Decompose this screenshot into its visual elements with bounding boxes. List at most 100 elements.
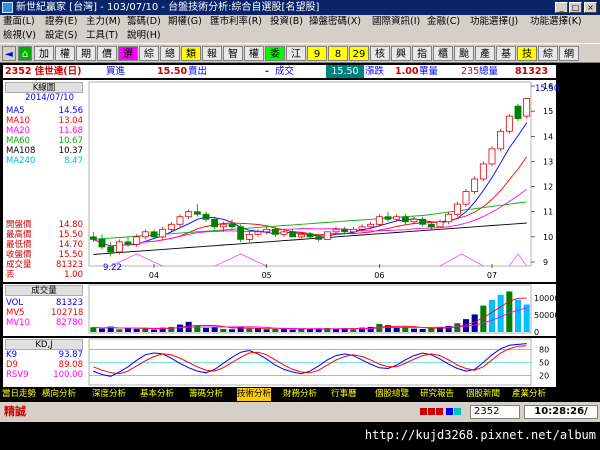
y-tick-label: 80 [539,346,549,355]
volume-bar [272,328,279,332]
tab-10[interactable]: 個股新聞 [466,388,501,401]
kdj-chart: 80 50 20 [88,338,549,386]
toolbar-button[interactable]: 智 [223,46,243,61]
toolbar-button[interactable]: 類 [181,46,201,61]
tab-4[interactable]: 籌碼分析 [189,388,224,401]
menu-item-forex[interactable]: 匯市利率(R) [210,15,262,29]
candle-body [419,218,427,225]
deal-label: 成交 [275,66,295,77]
tab-0[interactable]: 當日走勢 [2,388,37,401]
menu-item-futures[interactable]: 期權(G) [168,15,202,29]
price-min-label: 9.22 [103,263,122,273]
menu-item-func-j[interactable]: 功能選擇(J) [470,15,518,29]
legend-label: D9 [6,360,18,370]
menu-item-main[interactable]: 主力(M) [86,15,121,29]
toolbar-button[interactable]: 價 [97,46,117,61]
candle-body [211,218,219,228]
menu-item-invest[interactable]: 投資(B) [270,15,303,29]
volume-chart-panel[interactable]: 100000 50000 0 成交量 VOL 81323 MV5 102718 MV10 82… [3,284,556,336]
toolbar-button[interactable]: 委 [265,46,285,61]
legend-value: 10.67 [58,136,83,146]
bid-price: 15.50 [157,66,188,77]
menu-item-settings[interactable]: 設定(S) [45,29,77,43]
menu-item-view[interactable]: 檢視(V) [3,29,36,43]
toolbar-button[interactable]: 加 [34,46,54,61]
legend-label: MA60 [6,136,30,146]
legend-value: 89.08 [58,360,83,370]
volume-bar [410,328,418,332]
tab-2[interactable]: 深度分析 [92,388,127,401]
close-button[interactable]: × [584,2,597,13]
y-tick-label: 11 [543,208,553,217]
tab-5[interactable]: 技術分析 [237,388,272,401]
menu-item-help[interactable]: 說明(H) [127,29,161,43]
tab-1[interactable]: 橫向分析 [42,388,77,401]
legend-label: MA108 [6,146,36,156]
tab-7[interactable]: 行事曆 [331,388,357,401]
toolbar-button[interactable]: 核 [370,46,390,61]
candle-body [228,223,236,228]
toolbar-button[interactable]: 報 [202,46,222,61]
legend-value: 81323 [55,298,83,308]
candle-body [375,216,383,225]
toolbar-button[interactable]: 江 [286,46,306,61]
toolbar-button[interactable]: 櫃 [433,46,453,61]
tab-9[interactable]: 研究報告 [420,388,455,401]
candle-body [462,191,470,205]
volume-label: 單量 [419,66,439,77]
tab-8[interactable]: 個股總覽 [375,388,410,401]
candle-body [202,213,210,220]
toolbar-button[interactable]: 總 [160,46,180,61]
candle-body [115,241,123,253]
volume-bar [402,327,409,332]
toolbar-button[interactable]: 興 [391,46,411,61]
toolbar-button[interactable]: 產 [475,46,495,61]
legend-value: 11.68 [58,126,83,136]
tab-11[interactable]: 產業分析 [512,388,547,401]
title-bar: 新世紀贏家 [台灣] - 103/07/10 - 台盤技術分析:綜合自選股[名望… [0,0,600,15]
legend-value: 14.80 [58,220,83,230]
toolbar-button[interactable]: 9 [307,46,327,61]
toolbar-button[interactable]: 綜 [139,46,159,61]
volume-bar [393,327,400,332]
maximize-button[interactable]: □ [569,2,582,13]
price-chart-panel[interactable]: 16 15 14 13 12 11 10 9 04 05 06 07 K線圖 2014/07/10 M… [3,80,559,282]
toolbar-button[interactable]: 技 [517,46,537,61]
toolbar-button[interactable]: 權 [55,46,75,61]
menu-item-intl[interactable]: 國際資訊(I) [372,15,420,29]
toolbar-button[interactable]: 綜 [538,46,558,61]
vendor-label: 精誠 [4,405,26,418]
home-icon[interactable]: ⌂ [18,46,32,61]
toolbar-button[interactable]: 期 [76,46,96,61]
minimize-button[interactable]: _ [555,2,568,13]
toolbar-button[interactable]: 8 [328,46,348,61]
candle-body [410,218,418,223]
kdj-chart-panel[interactable]: 80 50 20 KD,J K9 93.87 D9 89.08 RSV9 100.00 [3,338,556,387]
candle-body [280,231,288,235]
toolbar-button[interactable]: 颱 [454,46,474,61]
volume-bar [133,328,140,332]
toolbar-button[interactable]: 網 [559,46,579,61]
stock-code-input[interactable]: 2352 [470,405,520,419]
candle-body [323,231,331,240]
toolbar-button[interactable]: 權 [244,46,264,61]
toolbar-button[interactable]: 29 [349,46,369,61]
legend-value: 15.50 [58,230,83,240]
menu-item-chips[interactable]: 籌碼(D) [127,15,161,29]
menu-item-security[interactable]: 證券(E) [45,15,77,29]
tab-6[interactable]: 財務分析 [283,388,318,401]
toolbar-button[interactable]: 選 [118,46,138,61]
menu-item-screen[interactable]: 畫面(L) [3,15,35,29]
volume-bar [211,327,218,332]
menu-item-password[interactable]: 操盤密碼(X) [309,15,361,29]
back-icon[interactable]: ◄ [2,46,16,61]
status-led-red-icon [436,408,443,415]
candle-body [453,203,461,215]
y-tick-label: 10 [543,233,553,242]
menu-item-finance[interactable]: 金融(C) [427,15,460,29]
toolbar-button[interactable]: 基 [496,46,516,61]
tab-3[interactable]: 基本分析 [140,388,175,401]
menu-item-tools[interactable]: 工具(T) [86,29,118,43]
toolbar-button[interactable]: 指 [412,46,432,61]
menu-item-func-k[interactable]: 功能選擇(K) [530,15,582,29]
